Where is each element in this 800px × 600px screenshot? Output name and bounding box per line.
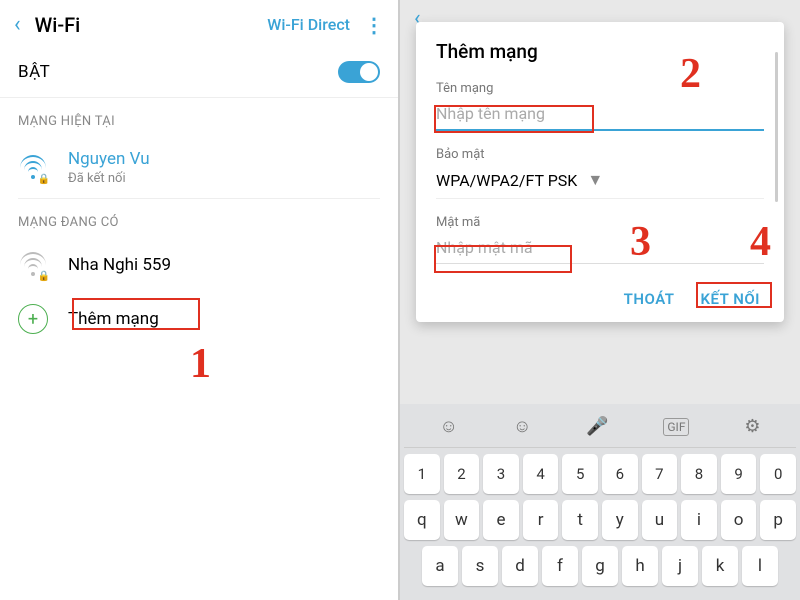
key-s[interactable]: s bbox=[462, 546, 498, 586]
key-p[interactable]: p bbox=[760, 500, 796, 540]
add-network-label: Thêm mạng bbox=[68, 309, 159, 329]
keyboard-row-2: asdfghjkl bbox=[404, 546, 796, 586]
password-input[interactable] bbox=[436, 234, 764, 264]
section-available-label: MẠNG ĐANG CÓ bbox=[0, 199, 398, 238]
key-7[interactable]: 7 bbox=[642, 454, 678, 494]
settings-icon[interactable]: ⚙ bbox=[744, 416, 760, 437]
password-label: Mật mã bbox=[436, 215, 764, 230]
scrollbar[interactable] bbox=[775, 52, 778, 202]
page-title: Wi-Fi bbox=[35, 13, 268, 37]
key-0[interactable]: 0 bbox=[760, 454, 796, 494]
lock-icon: 🔒 bbox=[38, 174, 50, 185]
keyboard-toolbar: ☺ ☺ 🎤 GIF ⚙ bbox=[404, 410, 796, 448]
mic-icon[interactable]: 🎤 bbox=[586, 416, 608, 437]
wifi-settings-screen: ‹ Wi-Fi Wi-Fi Direct ⋮ BẬT MẠNG HIỆN TẠI… bbox=[0, 0, 400, 600]
key-t[interactable]: t bbox=[562, 500, 598, 540]
wifi-direct-link[interactable]: Wi-Fi Direct bbox=[267, 15, 350, 34]
key-2[interactable]: 2 bbox=[444, 454, 480, 494]
more-icon[interactable]: ⋮ bbox=[364, 13, 384, 37]
network-name-label: Tên mạng bbox=[436, 81, 764, 96]
dialog-actions: THOÁT KẾT NỐI bbox=[436, 280, 764, 312]
emoji-icon[interactable]: ☺ bbox=[439, 416, 457, 437]
current-network-name: Nguyen Vu bbox=[68, 149, 150, 169]
add-network-screen: ‹ Thêm mạng Tên mạng Bảo mật WPA/WPA2/FT… bbox=[400, 0, 800, 600]
annotation-4: 4 bbox=[750, 218, 771, 266]
wifi-toggle[interactable] bbox=[338, 61, 380, 83]
current-network-row[interactable]: 🔒 Nguyen Vu Đã kết nối bbox=[0, 137, 398, 198]
key-h[interactable]: h bbox=[622, 546, 658, 586]
network-name-field: Tên mạng bbox=[436, 81, 764, 131]
available-network-name: Nha Nghi 559 bbox=[68, 255, 171, 275]
key-3[interactable]: 3 bbox=[483, 454, 519, 494]
section-current-label: MẠNG HIỆN TẠI bbox=[0, 98, 398, 137]
dialog-title: Thêm mạng bbox=[436, 40, 764, 63]
add-network-row[interactable]: + Thêm mạng bbox=[0, 292, 398, 346]
annotation-1: 1 bbox=[190, 340, 211, 388]
security-dropdown[interactable]: WPA/WPA2/FT PSK ▼ bbox=[436, 166, 764, 199]
network-name-input[interactable] bbox=[436, 100, 764, 131]
key-f[interactable]: f bbox=[542, 546, 578, 586]
wifi-toggle-label: BẬT bbox=[18, 62, 50, 82]
connect-button[interactable]: KẾT NỐI bbox=[701, 290, 760, 308]
keyboard: ☺ ☺ 🎤 GIF ⚙ 1234567890 qwertyuiop asdfgh… bbox=[400, 404, 800, 600]
gif-icon[interactable]: GIF bbox=[663, 418, 689, 436]
annotation-3: 3 bbox=[630, 218, 651, 266]
wifi-signal-icon: 🔒 bbox=[18, 153, 48, 183]
plus-icon: + bbox=[18, 304, 48, 334]
password-field: Mật mã bbox=[436, 215, 764, 264]
key-5[interactable]: 5 bbox=[562, 454, 598, 494]
security-field: Bảo mật WPA/WPA2/FT PSK ▼ bbox=[436, 147, 764, 199]
key-1[interactable]: 1 bbox=[404, 454, 440, 494]
key-j[interactable]: j bbox=[662, 546, 698, 586]
key-o[interactable]: o bbox=[721, 500, 757, 540]
wifi-toggle-row: BẬT bbox=[0, 47, 398, 98]
header: ‹ Wi-Fi Wi-Fi Direct ⋮ bbox=[0, 0, 398, 47]
key-a[interactable]: a bbox=[422, 546, 458, 586]
keyboard-row-1: qwertyuiop bbox=[404, 500, 796, 540]
key-9[interactable]: 9 bbox=[721, 454, 757, 494]
add-network-dialog: Thêm mạng Tên mạng Bảo mật WPA/WPA2/FT P… bbox=[416, 22, 784, 322]
key-q[interactable]: q bbox=[404, 500, 440, 540]
key-d[interactable]: d bbox=[502, 546, 538, 586]
key-w[interactable]: w bbox=[444, 500, 480, 540]
lock-icon: 🔒 bbox=[38, 271, 50, 282]
key-4[interactable]: 4 bbox=[523, 454, 559, 494]
security-value: WPA/WPA2/FT PSK bbox=[436, 171, 577, 190]
sticker-icon[interactable]: ☺ bbox=[513, 416, 531, 437]
key-r[interactable]: r bbox=[523, 500, 559, 540]
available-network-row[interactable]: 🔒 Nha Nghi 559 bbox=[0, 238, 398, 292]
key-8[interactable]: 8 bbox=[681, 454, 717, 494]
cancel-button[interactable]: THOÁT bbox=[624, 290, 675, 308]
security-label: Bảo mật bbox=[436, 147, 764, 162]
key-l[interactable]: l bbox=[742, 546, 778, 586]
key-k[interactable]: k bbox=[702, 546, 738, 586]
key-e[interactable]: e bbox=[483, 500, 519, 540]
key-6[interactable]: 6 bbox=[602, 454, 638, 494]
key-g[interactable]: g bbox=[582, 546, 618, 586]
annotation-2: 2 bbox=[680, 50, 701, 98]
key-u[interactable]: u bbox=[642, 500, 678, 540]
back-icon[interactable]: ‹ bbox=[14, 12, 21, 37]
current-network-status: Đã kết nối bbox=[68, 171, 150, 186]
chevron-down-icon: ▼ bbox=[587, 170, 603, 190]
keyboard-row-numbers: 1234567890 bbox=[404, 454, 796, 494]
key-i[interactable]: i bbox=[681, 500, 717, 540]
wifi-signal-icon: 🔒 bbox=[18, 250, 48, 280]
key-y[interactable]: y bbox=[602, 500, 638, 540]
